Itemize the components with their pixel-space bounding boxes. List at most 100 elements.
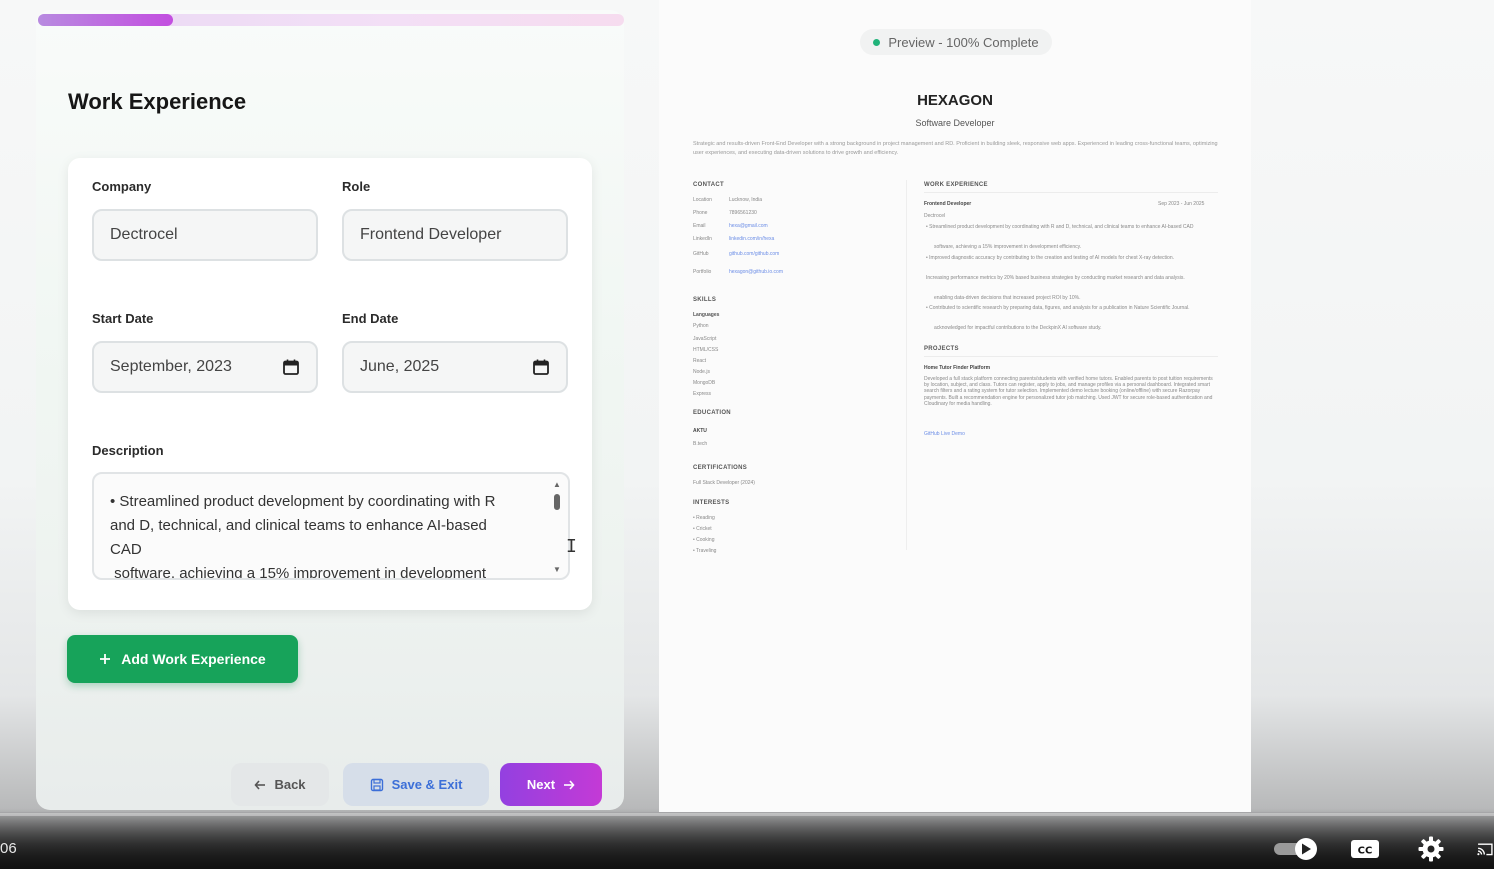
description-label: Description [92,443,164,458]
work-experience-heading: WORK EXPERIENCE [924,182,988,188]
job-bullet: acknowledged for impactful contributions… [934,325,1102,331]
interest-item: • Cooking [693,537,715,543]
skill-item: Python [693,323,709,329]
resume-role: Software Developer [915,118,995,128]
company-value: Dectrocel [110,226,178,243]
cast-button[interactable] [1476,834,1494,864]
work-experience-card: Company Dectrocel Role Frontend Develope… [68,158,592,610]
add-work-experience-label: Add Work Experience [121,651,266,667]
video-controls-bar [0,812,1494,869]
start-date-value: September, 2023 [110,358,232,375]
svg-text:CC: CC [1358,846,1373,857]
video-progress-track[interactable] [0,813,1494,816]
job-bullet: Increasing performance metrics by 20% ba… [926,275,1185,281]
education-school: AKTU [693,428,707,434]
contact-email-value[interactable]: hexa@gmail.com [729,223,768,229]
skill-item: JavaScript [693,336,717,342]
add-work-experience-button[interactable]: Add Work Experience [67,635,298,683]
scroll-down-arrow-icon[interactable]: ▼ [553,565,561,574]
description-textarea[interactable]: • Streamlined product development by coo… [92,472,570,580]
skill-item: HTML/CSS [693,347,719,353]
project-title: Home Tutor Finder Platform [924,365,991,371]
job-title: Frontend Developer [924,201,972,207]
contact-heading: CONTACT [693,182,724,188]
company-input[interactable]: Dectrocel [92,209,318,261]
contact-email-label: Email [693,223,706,229]
contact-github-label: GitHub [693,251,709,257]
interest-item: • Cricket [693,526,712,532]
start-date-input[interactable]: September, 2023 [92,341,318,393]
job-bullet: • Contributed to scientific research by … [926,305,1190,311]
contact-location-value: Lucknow, India [729,197,763,203]
back-button[interactable]: Back [231,763,329,806]
contact-phone-value: 7896561230 [729,210,757,216]
arrow-right-icon [564,779,575,790]
progress-bar [38,14,624,26]
skill-item: Express [693,391,712,397]
project-links[interactable]: GitHub Live Demo [924,431,965,437]
interest-item: • Reading [693,515,715,521]
education-heading: EDUCATION [693,410,731,416]
video-time: 06 [0,840,17,857]
calendar-icon[interactable] [282,358,300,376]
scroll-up-arrow-icon[interactable]: ▲ [553,480,561,489]
status-dot-icon [873,38,881,46]
scroll-thumb[interactable] [554,494,560,510]
contact-portfolio-value[interactable]: hexagon@github.io.com [729,269,783,275]
role-input[interactable]: Frontend Developer [342,209,568,261]
end-date-value: June, 2025 [360,358,440,375]
progress-bar-fill [38,14,173,26]
contact-phone-label: Phone [693,210,708,216]
autoplay-toggle[interactable] [1272,834,1322,864]
autoplay-toggle-icon [1274,838,1317,860]
job-company: Dectrocel [924,213,946,219]
back-label: Back [274,777,306,792]
settings-button[interactable] [1414,834,1448,864]
role-value: Frontend Developer [360,226,502,243]
role-label: Role [342,179,371,194]
end-date-input[interactable]: June, 2025 [342,341,568,393]
contact-location-label: Location [693,197,712,203]
end-date-label: End Date [342,311,399,326]
education-degree: B.tech [693,441,708,447]
resume-name: HEXAGON [917,92,993,109]
preview-status-badge: Preview - 100% Complete [860,29,1052,55]
skill-item: Node.js [693,369,710,375]
arrow-left-icon [254,779,266,790]
captions-button[interactable]: CC [1348,834,1382,864]
company-label: Company [92,179,152,194]
section-rule [924,356,1218,357]
contact-linkedin-value[interactable]: linkedin.com/in/hexa [729,236,774,242]
contact-portfolio-label: Portfolio [693,269,712,275]
job-dates: Sep 2023 - Jun 2025 [1158,201,1205,207]
skills-heading: SKILLS [693,297,717,303]
cast-icon [1477,843,1493,856]
preview-status-text: Preview - 100% Complete [888,34,1039,50]
save-icon [370,778,383,791]
description-scrollbar[interactable]: ▲ ▼ [552,478,562,576]
description-value: • Streamlined product development by coo… [110,493,496,580]
text-cursor-icon: I [566,536,577,557]
gear-icon [1418,836,1444,862]
start-date-label: Start Date [92,311,154,326]
project-description: Developed a full stack platform connecti… [924,376,1213,407]
job-bullet: • Streamlined product development by coo… [926,224,1194,230]
skills-subheading: Languages [693,312,720,318]
section-rule [924,192,1218,193]
contact-github-value[interactable]: github.com/github.com [729,251,779,257]
certification-item: Full Stack Developer (2024) [693,480,755,486]
projects-heading: PROJECTS [924,346,959,352]
calendar-icon[interactable] [532,358,550,376]
section-title: Work Experience [68,89,247,114]
contact-linkedin-label: LinkedIn [693,236,712,242]
column-divider [906,180,907,550]
next-button[interactable]: Next [500,763,602,806]
plus-icon [100,654,111,664]
interest-item: • Traveling [693,548,717,554]
skill-item: React [693,358,707,364]
closed-captions-icon: CC [1351,840,1379,858]
job-bullet: • Improved diagnostic accuracy by contri… [926,255,1174,261]
skill-item: MongoDB [693,380,716,386]
job-bullet: enabling data-driven decisions that incr… [934,295,1081,301]
save-exit-button[interactable]: Save & Exit [343,763,489,806]
